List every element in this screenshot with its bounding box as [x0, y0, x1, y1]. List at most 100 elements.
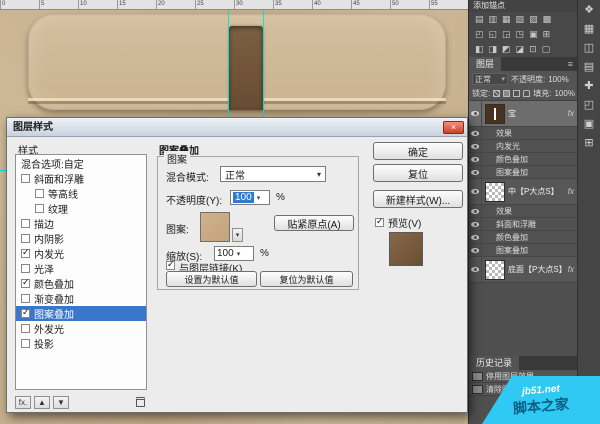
fill-value[interactable]: 100% — [554, 89, 574, 98]
dock-panel-icon[interactable]: ▦ — [584, 24, 594, 35]
panel-icon[interactable]: ◧ — [475, 44, 484, 55]
panel-icon[interactable]: ◰ — [475, 29, 484, 40]
visibility-eye-icon[interactable] — [471, 131, 479, 136]
panel-icon[interactable]: ◲ — [502, 29, 511, 40]
layer-thumbnail[interactable] — [485, 182, 505, 202]
style-item-blending-options[interactable]: 混合选项:自定 — [16, 156, 146, 171]
effect-row-pattern-overlay[interactable]: 图案叠加 — [469, 166, 577, 179]
style-item-inner-glow[interactable]: 内发光 — [16, 246, 146, 261]
eye-column[interactable] — [469, 166, 482, 178]
move-style-down-button[interactable]: ▼ — [53, 396, 69, 409]
panel-icon[interactable]: ◳ — [516, 29, 525, 40]
visibility-eye-icon[interactable] — [471, 209, 479, 214]
checkbox-icon[interactable] — [21, 324, 30, 333]
eye-column[interactable] — [469, 244, 482, 256]
effects-header-row[interactable]: 效果 — [469, 127, 577, 140]
snap-to-origin-button[interactable]: 贴紧原点(A) — [274, 215, 354, 231]
panel-icon[interactable]: ◨ — [489, 44, 498, 55]
scale-input[interactable]: 100 — [214, 246, 254, 261]
close-icon[interactable]: × — [443, 121, 464, 134]
panel-menu-icon[interactable]: ≡ — [568, 59, 577, 69]
panel-icon[interactable]: ▩ — [543, 14, 552, 25]
checkbox-icon[interactable] — [21, 219, 30, 228]
dock-panel-icon[interactable]: ⊞ — [584, 138, 593, 149]
lock-position-icon[interactable] — [513, 90, 520, 97]
layer-name[interactable]: 底面【P大点S】 — [508, 264, 567, 275]
checkbox-checked-icon[interactable] — [21, 279, 30, 288]
layer-name[interactable]: 宝 — [508, 108, 516, 119]
effect-row-pattern-overlay[interactable]: 图案叠加 — [469, 244, 577, 257]
eye-column[interactable] — [469, 127, 482, 139]
move-style-up-button[interactable]: ▲ — [34, 396, 50, 409]
reset-button[interactable]: 复位 — [373, 164, 463, 182]
visibility-eye-icon[interactable] — [471, 157, 479, 162]
layer-name[interactable]: 中【P大点S】 — [508, 186, 559, 197]
layer-row-bottom[interactable]: 底面【P大点S】 fx — [469, 257, 577, 283]
panel-icon[interactable]: ▣ — [529, 29, 538, 40]
panel-icon[interactable]: ⊞ — [543, 29, 551, 40]
preview-checkbox[interactable] — [375, 218, 384, 227]
eye-column[interactable] — [469, 101, 482, 126]
panel-icon[interactable]: ◱ — [489, 29, 498, 40]
layers-blend-mode-dropdown[interactable]: 正常 — [472, 73, 508, 85]
delete-style-trash-icon[interactable] — [136, 397, 145, 407]
lock-all-icon[interactable] — [523, 90, 530, 97]
effect-row-bevel-emboss[interactable]: 斜面和浮雕 — [469, 218, 577, 231]
dock-panel-icon[interactable]: ▤ — [584, 62, 594, 73]
layer-thumbnail[interactable] — [485, 104, 505, 124]
fx-menu-button[interactable]: fx. — [15, 396, 31, 409]
dock-panel-icon[interactable]: ◰ — [584, 100, 594, 111]
dock-panel-icon[interactable]: ▣ — [584, 119, 594, 130]
visibility-eye-icon[interactable] — [471, 267, 479, 272]
dock-panel-icon[interactable]: ✚ — [584, 81, 593, 92]
panel-icon[interactable]: ▥ — [489, 14, 498, 25]
style-item-pattern-overlay[interactable]: 图案叠加 — [16, 306, 146, 321]
dialog-titlebar[interactable]: 图层样式 — [7, 118, 467, 137]
style-item-bevel-emboss[interactable]: 斜面和浮雕 — [16, 171, 146, 186]
layer-row-text-layer[interactable]: 宝 fx — [469, 101, 577, 127]
checkbox-icon[interactable] — [21, 234, 30, 243]
checkbox-icon[interactable] — [21, 174, 30, 183]
pattern-swatch[interactable] — [200, 212, 230, 242]
style-item-stroke[interactable]: 描边 — [16, 216, 146, 231]
checkbox-icon[interactable] — [35, 189, 44, 198]
panel-icon[interactable]: ◪ — [516, 44, 525, 55]
panel-icon[interactable]: ◩ — [502, 44, 511, 55]
fx-badge[interactable]: fx — [568, 109, 577, 118]
tab-layers[interactable]: 图层 — [469, 57, 501, 71]
fx-badge[interactable]: fx — [568, 265, 577, 274]
panel-icon[interactable]: ⊡ — [529, 44, 537, 55]
style-item-contour[interactable]: 等高线 — [16, 186, 146, 201]
lock-transparency-icon[interactable] — [493, 90, 500, 97]
panel-icon[interactable]: ▢ — [542, 44, 551, 55]
visibility-eye-icon[interactable] — [471, 248, 479, 253]
ok-button[interactable]: 确定 — [373, 142, 463, 160]
layer-thumbnail[interactable] — [485, 260, 505, 280]
reset-default-button[interactable]: 复位为默认值 — [260, 271, 353, 287]
style-item-inner-shadow[interactable]: 内阴影 — [16, 231, 146, 246]
style-item-gradient-overlay[interactable]: 渐变叠加 — [16, 291, 146, 306]
style-item-color-overlay[interactable]: 颜色叠加 — [16, 276, 146, 291]
tab-history[interactable]: 历史记录 — [469, 356, 519, 370]
dock-panel-icon[interactable]: ◫ — [584, 43, 594, 54]
link-with-layer-checkbox[interactable] — [166, 261, 175, 270]
style-item-outer-glow[interactable]: 外发光 — [16, 321, 146, 336]
visibility-eye-icon[interactable] — [471, 144, 479, 149]
layers-opacity-value[interactable]: 100% — [548, 75, 568, 84]
effect-row-inner-glow[interactable]: 内发光 — [469, 140, 577, 153]
checkbox-checked-icon[interactable] — [21, 249, 30, 258]
blend-mode-dropdown[interactable]: 正常 — [220, 166, 326, 182]
style-item-drop-shadow[interactable]: 投影 — [16, 336, 146, 351]
fx-badge[interactable]: fx — [568, 187, 577, 196]
style-item-texture[interactable]: 纹理 — [16, 201, 146, 216]
eye-column[interactable] — [469, 179, 482, 204]
new-style-button[interactable]: 新建样式(W)... — [373, 190, 463, 208]
pattern-picker-arrow-icon[interactable]: ▾ — [232, 228, 243, 242]
eye-column[interactable] — [469, 218, 482, 230]
panel-icon[interactable]: ▦ — [502, 14, 511, 25]
eye-column[interactable] — [469, 153, 482, 165]
eye-column[interactable] — [469, 205, 482, 217]
style-item-satin[interactable]: 光泽 — [16, 261, 146, 276]
lock-pixels-icon[interactable] — [503, 90, 510, 97]
layer-row-middle[interactable]: 中【P大点S】 fx — [469, 179, 577, 205]
